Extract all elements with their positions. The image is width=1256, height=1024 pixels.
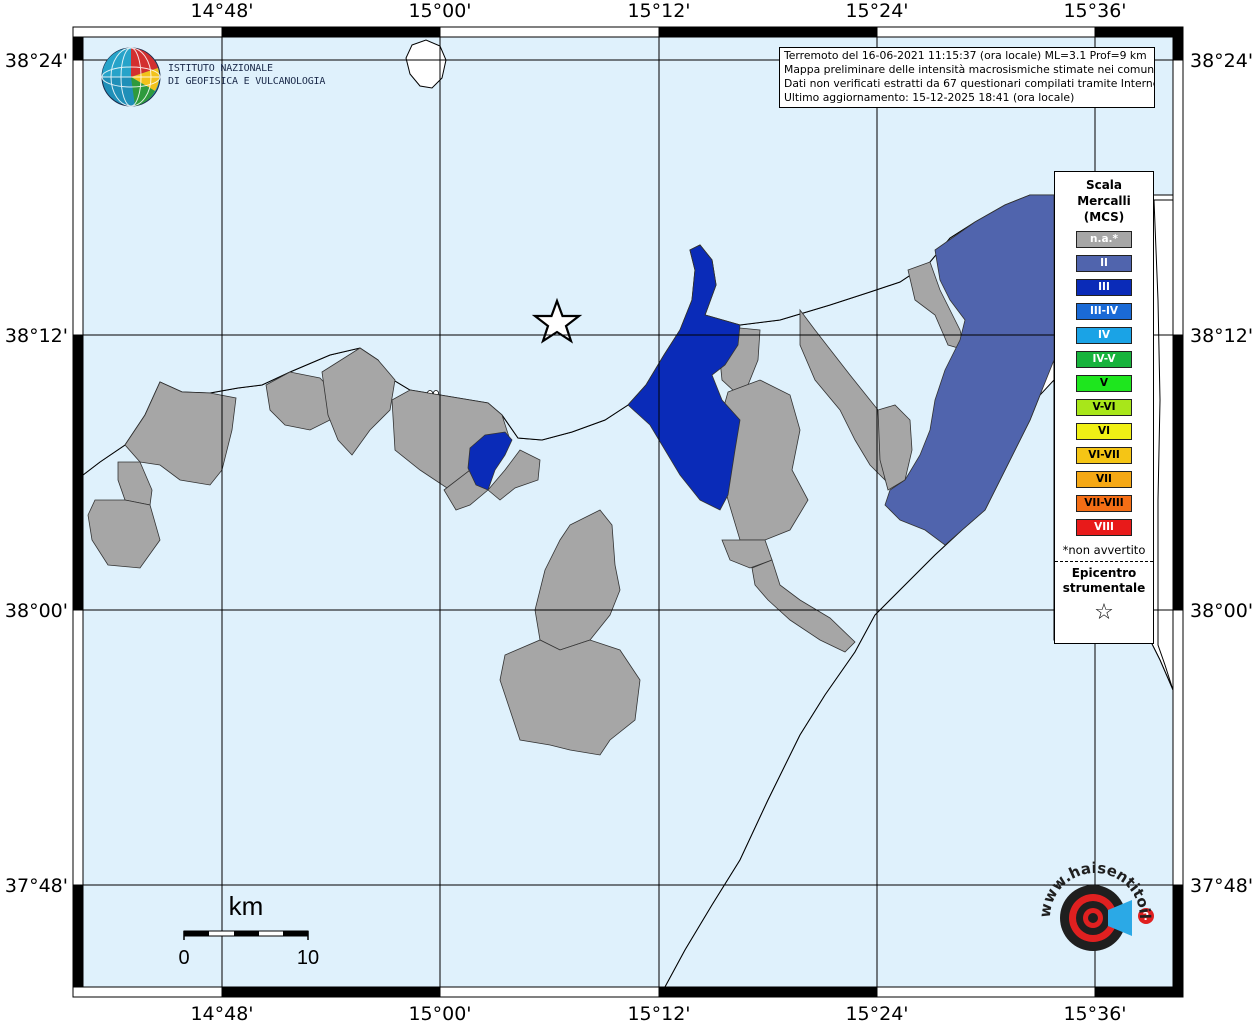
legend-item-3: III-IV — [1076, 303, 1132, 320]
lon-label: 15°36' — [1063, 1003, 1126, 1024]
lat-label: 38°24' — [5, 50, 68, 72]
legend-title-line: Scala — [1085, 178, 1123, 192]
lon-label: 15°00' — [408, 1003, 471, 1024]
legend-item-9: VI-VII — [1076, 447, 1132, 464]
legend-item-12: VIII — [1076, 519, 1132, 536]
info-last-update: Ultimo aggiornamento: 15-12-2025 18:41 (… — [784, 91, 1075, 104]
legend-divider — [1055, 561, 1153, 562]
legend-title: Scala Mercalli (MCS) — [1055, 177, 1153, 225]
haisentito-logo: ? www.haisentitoilterremoto.it — [1020, 834, 1162, 976]
legend-item-6: V — [1076, 375, 1132, 392]
star-icon: ☆ — [1094, 600, 1114, 625]
lat-label: 37°48' — [1190, 875, 1253, 897]
legend-item-4: IV — [1076, 327, 1132, 344]
lat-label: 38°12' — [1190, 325, 1253, 347]
longitude-labels-top: 14°48' 15°00' 15°12' 15°24' 15°36' — [190, 0, 1126, 22]
legend-item-5: IV-V — [1076, 351, 1132, 368]
legend-item-0: n.a.* — [1076, 231, 1132, 248]
legend-epicenter-label: Epicentro strumentale — [1055, 566, 1153, 596]
legend-note: *non avvertito — [1062, 543, 1146, 557]
legend-title-line: Mercalli — [1077, 194, 1131, 208]
info-description: Mappa preliminare delle intensità macros… — [784, 63, 1155, 76]
latitude-labels-left: 38°24' 38°12' 38°00' 37°48' — [5, 50, 68, 897]
globe-icon — [101, 47, 161, 107]
lat-label: 38°00' — [1190, 600, 1253, 622]
longitude-labels-bottom: 14°48' 15°00' 15°12' 15°24' 15°36' — [190, 1003, 1126, 1024]
legend-item-7: V-VI — [1076, 399, 1132, 416]
scale-unit: km — [229, 891, 264, 921]
legend-item-10: VII — [1076, 471, 1132, 488]
lon-label: 15°24' — [845, 0, 908, 22]
lat-label: 38°00' — [5, 600, 68, 622]
lon-label: 14°48' — [190, 1003, 253, 1024]
ingv-logo: ISTITUTO NAZIONALE DI GEOFISICA E VULCAN… — [100, 46, 330, 110]
lon-label: 15°00' — [408, 0, 471, 22]
lat-label: 38°24' — [1190, 50, 1253, 72]
legend-items: n.a.* II III III-IV IV IV-V V V-VI VI VI-VII VII VI… — [1055, 231, 1153, 536]
lon-label: 15°12' — [627, 0, 690, 22]
ingv-name-line1: ISTITUTO NAZIONALE — [168, 63, 273, 74]
scale-start: 0 — [178, 947, 189, 969]
lat-label: 37°48' — [5, 875, 68, 897]
lon-label: 15°12' — [627, 1003, 690, 1024]
legend-item-8: VI — [1076, 423, 1132, 440]
ingv-name-line2: DI GEOFISICA E VULCANOLOGIA — [168, 76, 326, 87]
target-speaker-icon: ? www.haisentitoilterremoto.it — [1020, 834, 1154, 951]
legend-epicenter-line: strumentale — [1062, 581, 1146, 595]
legend-title-line: (MCS) — [1083, 210, 1125, 224]
latitude-labels-right: 38°24' 38°12' 38°00' 37°48' — [1190, 50, 1253, 897]
earthquake-info-box: Terremoto del 16-06-2021 11:15:37 (ora l… — [779, 47, 1155, 108]
lat-label: 38°12' — [5, 325, 68, 347]
lon-label: 15°24' — [845, 1003, 908, 1024]
lon-label: 15°36' — [1063, 0, 1126, 22]
info-event: Terremoto del 16-06-2021 11:15:37 (ora l… — [784, 49, 1147, 62]
legend-item-1: II — [1076, 255, 1132, 272]
info-data-source: Dati non verificati estratti da 67 quest… — [784, 77, 1155, 90]
scale-end: 10 — [297, 947, 319, 969]
lon-label: 14°48' — [190, 0, 253, 22]
legend-item-11: VII-VIII — [1076, 495, 1132, 512]
legend-item-2: III — [1076, 279, 1132, 296]
intensity-legend: Scala Mercalli (MCS) n.a.* II III III-IV IV I… — [1054, 171, 1154, 644]
legend-epicenter-line: Epicentro — [1071, 566, 1137, 580]
